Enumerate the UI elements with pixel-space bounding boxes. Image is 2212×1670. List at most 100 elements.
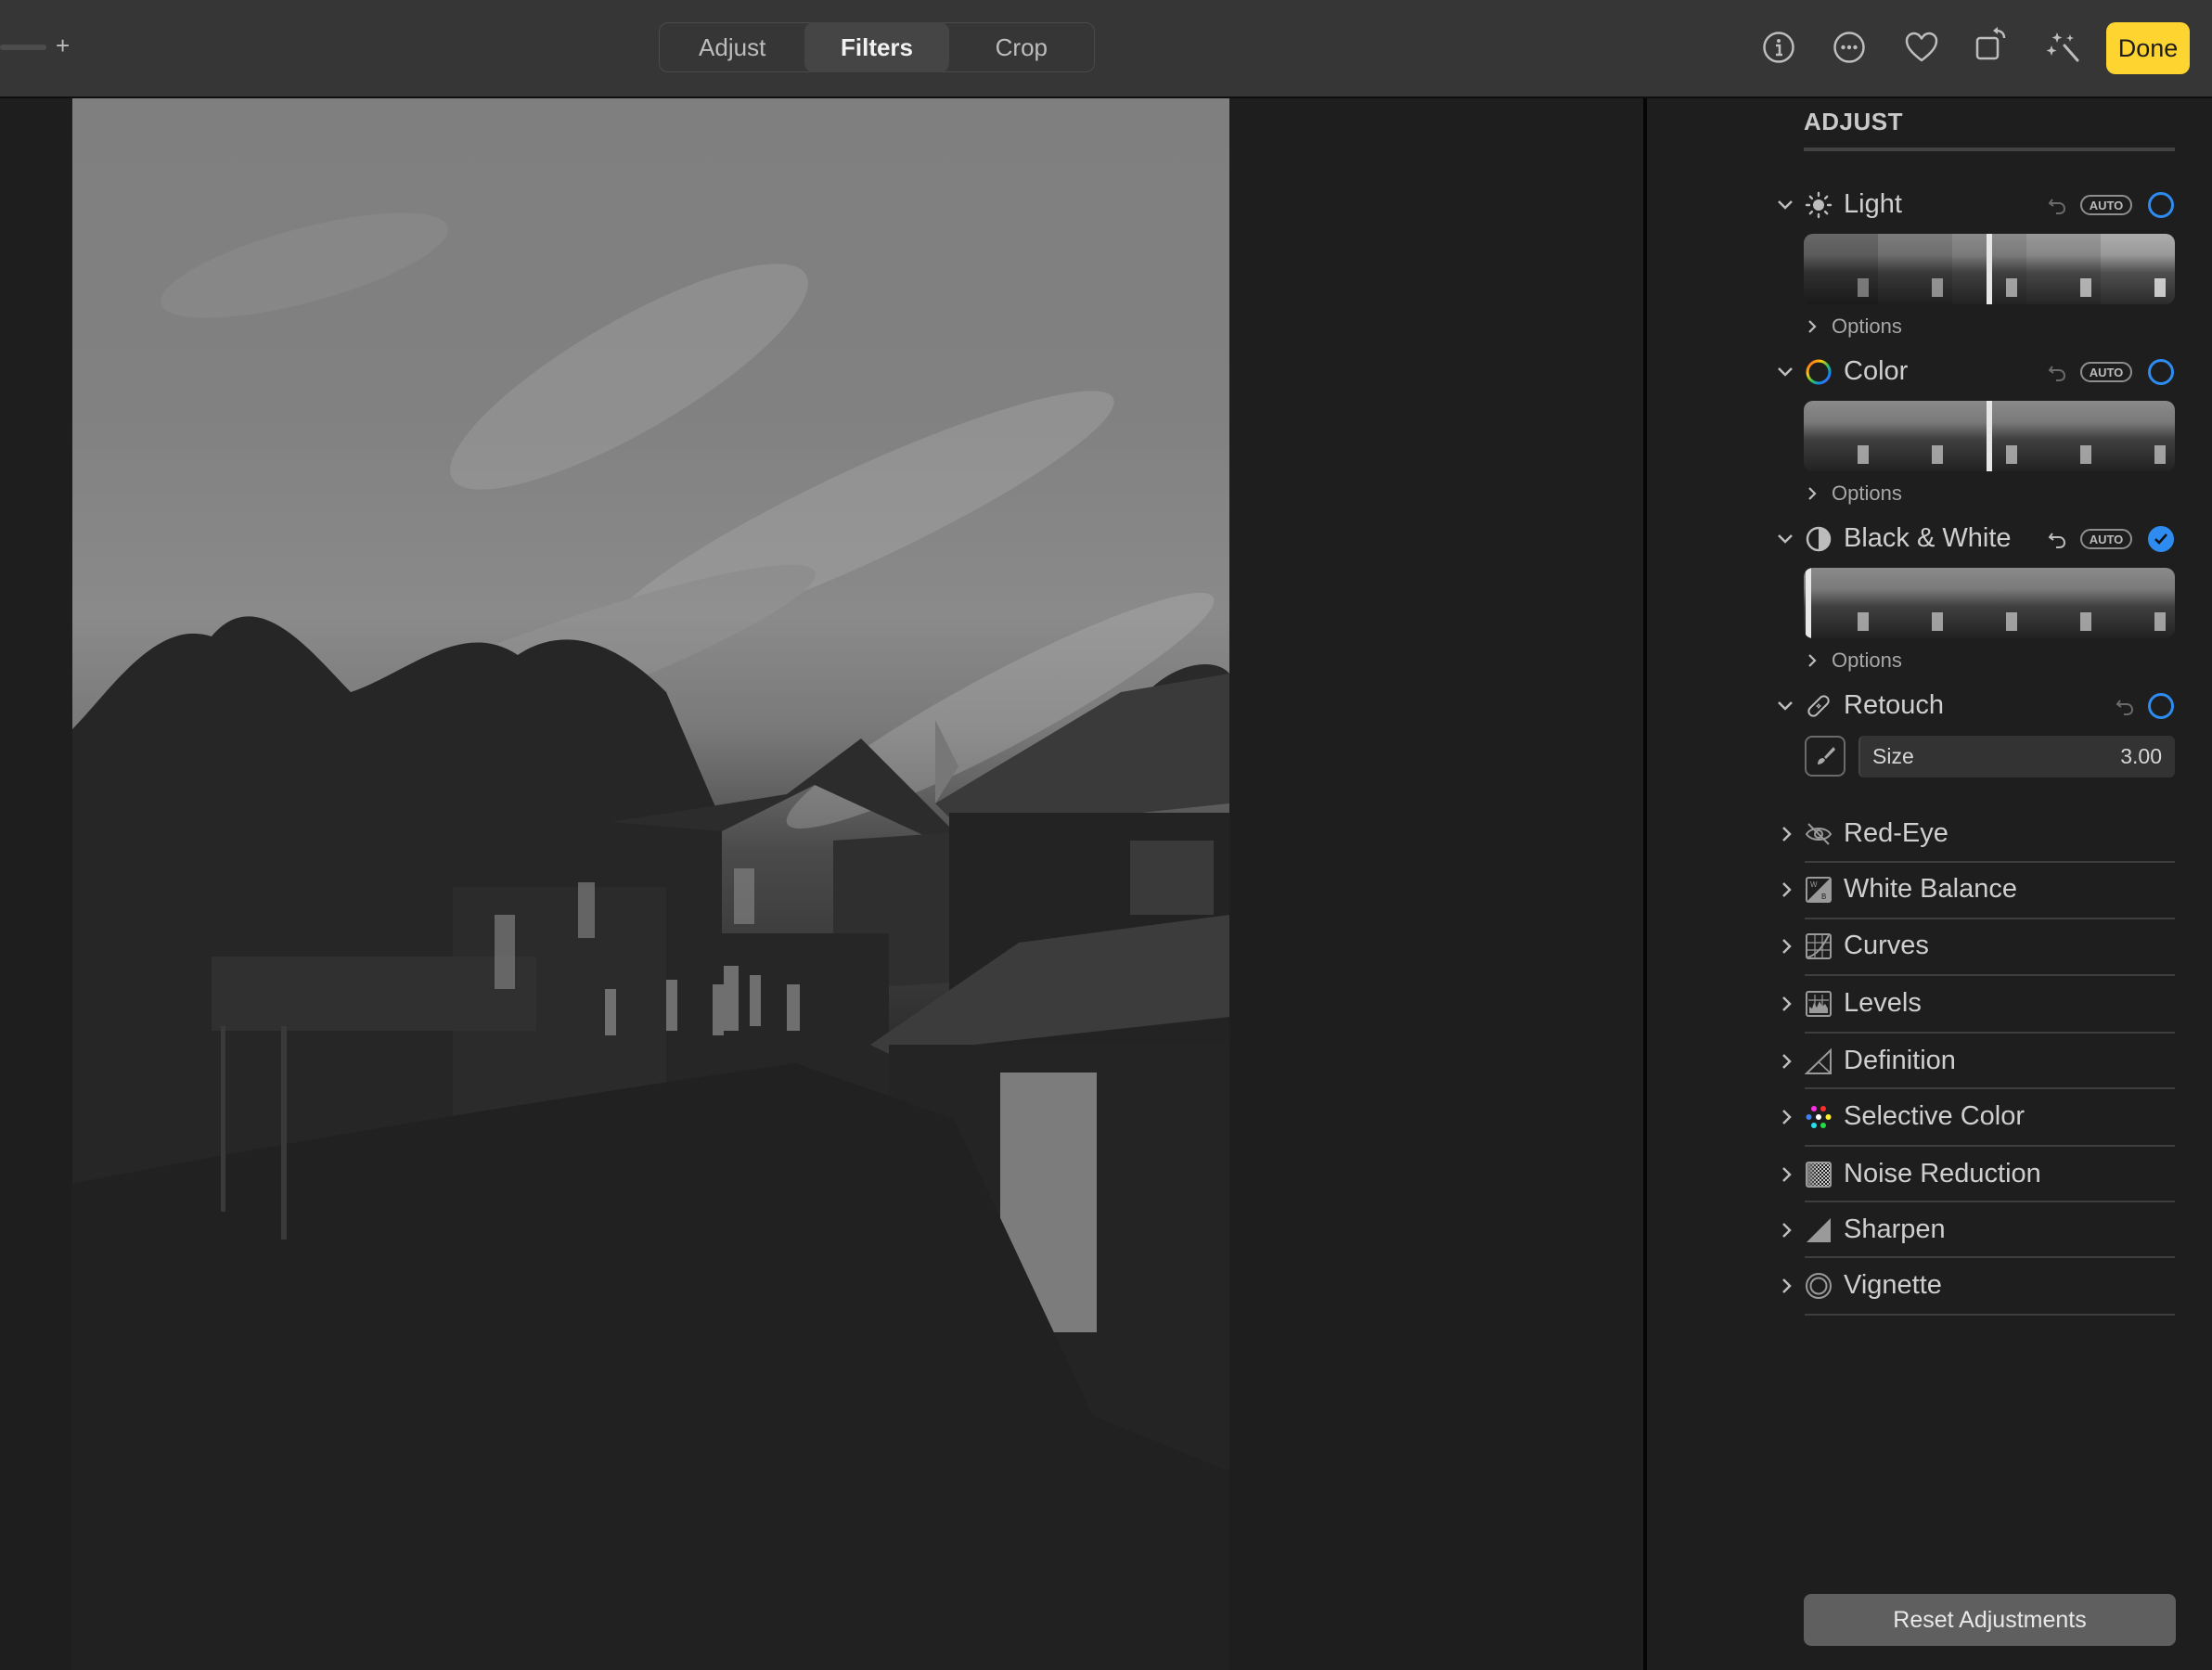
section-black-white-label: Black & White xyxy=(1844,523,2012,553)
red-eye-icon xyxy=(1805,823,1833,845)
chevron-right-icon xyxy=(1808,487,1817,500)
definition-icon xyxy=(1805,1047,1832,1074)
section-label: Vignette xyxy=(1844,1270,1942,1300)
section-sharpen[interactable]: Sharpen xyxy=(1647,1202,2212,1258)
chevron-right-icon[interactable] xyxy=(1777,1220,1797,1240)
photo-image xyxy=(72,212,1229,1670)
chevron-down-icon[interactable] xyxy=(1775,529,1795,549)
chevron-right-icon[interactable] xyxy=(1777,1276,1797,1296)
rotate-icon[interactable] xyxy=(1973,24,2012,63)
chevron-right-icon[interactable] xyxy=(1777,880,1797,900)
section-levels[interactable]: Levels xyxy=(1647,976,2212,1032)
vignette-icon xyxy=(1806,1273,1832,1299)
section-label: Noise Reduction xyxy=(1844,1159,2041,1188)
slider-handle[interactable] xyxy=(1987,401,1992,471)
enable-toggle[interactable] xyxy=(2148,526,2174,552)
tab-crop[interactable]: Crop xyxy=(949,22,1094,72)
section-color[interactable]: Color AUTO xyxy=(1647,351,2212,393)
section-label: Levels xyxy=(1844,988,1922,1018)
color-options[interactable]: Options xyxy=(1804,480,1902,507)
auto-button[interactable]: AUTO xyxy=(2080,529,2132,549)
chevron-right-icon xyxy=(1808,320,1817,333)
noise-reduction-icon xyxy=(1806,1162,1832,1188)
section-label: White Balance xyxy=(1844,874,2017,904)
section-definition[interactable]: Definition xyxy=(1647,1034,2212,1089)
options-label: Options xyxy=(1832,482,1902,505)
section-black-white[interactable]: Black & White AUTO xyxy=(1647,518,2212,560)
chevron-down-icon[interactable] xyxy=(1775,696,1795,716)
sidebar-title: ADJUST xyxy=(1804,108,1904,135)
auto-enhance-icon[interactable] xyxy=(2043,28,2082,67)
info-icon[interactable] xyxy=(1759,28,1798,67)
section-vignette[interactable]: Vignette xyxy=(1647,1258,2212,1314)
adjust-sidebar: ADJUST Light AUTO Options Color AUTO Opt… xyxy=(1647,98,2212,1670)
half-circle-icon xyxy=(1806,526,1832,552)
section-selective-color[interactable]: Selective Color xyxy=(1647,1089,2212,1145)
chevron-right-icon[interactable] xyxy=(1777,1051,1797,1072)
sun-icon xyxy=(1805,191,1833,219)
preview-frame xyxy=(1804,401,1878,471)
chevron-right-icon[interactable] xyxy=(1777,1164,1797,1185)
tab-adjust[interactable]: Adjust xyxy=(660,22,804,72)
curves-icon xyxy=(1806,933,1832,959)
preview-frame xyxy=(2026,401,2101,471)
section-label: Selective Color xyxy=(1844,1101,2026,1131)
size-value: 3.00 xyxy=(2120,744,2162,768)
enable-toggle[interactable] xyxy=(2148,693,2174,719)
auto-button[interactable]: AUTO xyxy=(2080,362,2132,382)
preview-frame xyxy=(1804,568,1878,638)
chevron-right-icon[interactable] xyxy=(1777,936,1797,957)
bandage-icon xyxy=(1807,695,1830,717)
section-color-label: Color xyxy=(1844,356,1909,386)
section-label: Sharpen xyxy=(1844,1214,1946,1244)
chevron-right-icon[interactable] xyxy=(1777,994,1797,1014)
section-label: Curves xyxy=(1844,931,1929,960)
done-button[interactable]: Done xyxy=(2106,22,2190,74)
undo-icon[interactable] xyxy=(2047,529,2067,549)
chevron-down-icon[interactable] xyxy=(1775,195,1795,215)
slider-handle[interactable] xyxy=(1987,234,1992,304)
tab-filters[interactable]: Filters xyxy=(804,22,949,72)
section-red-eye[interactable]: Red-Eye xyxy=(1647,806,2212,862)
chevron-right-icon[interactable] xyxy=(1777,1107,1797,1127)
selective-color-icon xyxy=(1806,1106,1832,1128)
undo-icon[interactable] xyxy=(2115,696,2135,716)
options-label: Options xyxy=(1832,649,1902,672)
preview-frame xyxy=(2026,568,2101,638)
row-separator xyxy=(1805,1314,2175,1316)
black-white-options[interactable]: Options xyxy=(1804,647,1902,674)
color-preview-slider[interactable] xyxy=(1804,401,2175,471)
reset-adjustments-button[interactable]: Reset Adjustments xyxy=(1804,1594,2176,1646)
section-curves[interactable]: Curves xyxy=(1647,918,2212,974)
retouch-size-slider[interactable]: Size 3.00 xyxy=(1858,736,2175,777)
undo-icon[interactable] xyxy=(2047,195,2067,215)
light-options[interactable]: Options xyxy=(1804,313,1902,340)
enable-toggle[interactable] xyxy=(2148,192,2174,218)
favorite-heart-icon[interactable] xyxy=(1902,28,1941,67)
retouch-brush-button[interactable] xyxy=(1805,736,1845,777)
zoom-in-icon[interactable]: + xyxy=(56,32,70,59)
enable-toggle[interactable] xyxy=(2148,359,2174,385)
light-preview-slider[interactable] xyxy=(1804,234,2175,304)
section-white-balance[interactable]: W B White Balance xyxy=(1647,862,2212,918)
section-retouch[interactable]: Retouch xyxy=(1647,685,2212,727)
slider-handle[interactable] xyxy=(1806,568,1811,638)
preview-frame xyxy=(1804,234,1878,304)
section-light[interactable]: Light AUTO xyxy=(1647,184,2212,226)
toolbar: + Adjust Filters Crop Done xyxy=(0,0,2212,98)
auto-button[interactable]: AUTO xyxy=(2080,195,2132,215)
section-light-label: Light xyxy=(1844,189,1902,219)
levels-icon xyxy=(1806,991,1832,1017)
section-retouch-label: Retouch xyxy=(1844,690,1945,720)
undo-icon[interactable] xyxy=(2047,362,2067,382)
more-icon[interactable] xyxy=(1830,28,1869,67)
section-noise-reduction[interactable]: Noise Reduction xyxy=(1647,1147,2212,1202)
preview-frame xyxy=(2026,234,2101,304)
black-white-preview-slider[interactable] xyxy=(1804,568,2175,638)
preview-frame xyxy=(1878,568,1952,638)
zoom-slider[interactable] xyxy=(0,45,46,50)
preview-frame xyxy=(2101,568,2175,638)
chevron-down-icon[interactable] xyxy=(1775,362,1795,382)
chevron-right-icon[interactable] xyxy=(1777,824,1797,844)
photo-canvas[interactable] xyxy=(72,98,1229,1670)
